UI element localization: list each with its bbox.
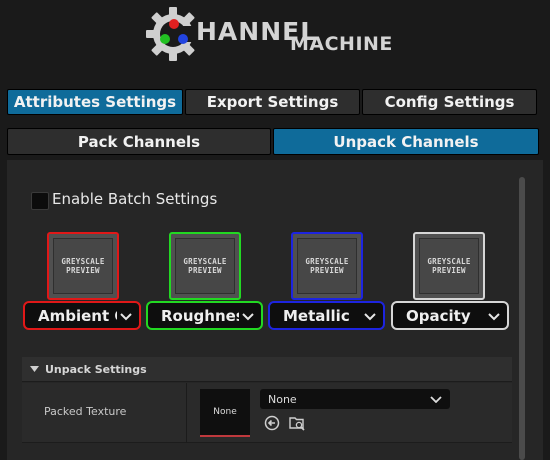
preview-text-line2: PREVIEW [310, 266, 344, 275]
packed-texture-select[interactable]: None [260, 389, 450, 409]
tab-label: Attributes Settings [13, 93, 177, 111]
metallic-preview: GREYSCALE PREVIEW [291, 232, 363, 300]
greyscale-preview-image: GREYSCALE PREVIEW [175, 238, 235, 294]
greyscale-preview-image: GREYSCALE PREVIEW [419, 238, 479, 294]
preview-text-line2: PREVIEW [66, 266, 100, 275]
gear-logo-icon [146, 7, 197, 61]
collapse-triangle-icon [30, 366, 39, 372]
preview-text-line1: GREYSCALE [427, 257, 471, 266]
dropdown-label: Ambient O [38, 306, 117, 325]
section-title: Unpack Settings [45, 362, 147, 376]
preview-text-line2: PREVIEW [432, 266, 466, 275]
chevron-down-icon [430, 396, 442, 403]
tab-pack-channels[interactable]: Pack Channels [7, 128, 271, 155]
dropdown-label: Opacity [406, 306, 471, 325]
greyscale-preview-image: GREYSCALE PREVIEW [297, 238, 357, 294]
tab-label: Export Settings [206, 93, 339, 111]
chevron-down-icon [488, 312, 500, 320]
opacity-dropdown[interactable]: Opacity [391, 301, 509, 330]
greyscale-preview-image: GREYSCALE PREVIEW [53, 238, 113, 294]
enable-batch-checkbox[interactable] [31, 192, 49, 210]
thumbnail-text: None [213, 407, 237, 417]
chevron-down-icon [120, 312, 132, 320]
tab-label: Config Settings [384, 93, 515, 111]
browse-asset-icon[interactable] [289, 415, 305, 431]
opacity-preview: GREYSCALE PREVIEW [413, 232, 485, 300]
tab-label: Pack Channels [77, 132, 201, 151]
unpack-settings-header[interactable]: Unpack Settings [22, 357, 512, 382]
tab-label: Unpack Channels [333, 132, 479, 151]
tab-unpack-channels[interactable]: Unpack Channels [273, 128, 539, 155]
tab-attributes-settings[interactable]: Attributes Settings [7, 89, 183, 115]
preview-text-line1: GREYSCALE [183, 257, 227, 266]
roughness-dropdown[interactable]: Roughnes [146, 301, 263, 330]
tab-export-settings[interactable]: Export Settings [185, 89, 360, 115]
logo-text-machine: MACHINE [290, 33, 393, 55]
vertical-scrollbar[interactable] [519, 177, 525, 460]
column-divider [186, 383, 187, 443]
dropdown-label: Metallic [283, 306, 350, 325]
ambient-occlusion-preview: GREYSCALE PREVIEW [47, 232, 119, 300]
dropdown-label: Roughnes [161, 306, 239, 325]
chevron-down-icon [242, 312, 254, 320]
ambient-occlusion-dropdown[interactable]: Ambient O [23, 301, 141, 330]
enable-batch-label: Enable Batch Settings [52, 190, 218, 208]
channel-machine-logo: HANNEL MACHINE [0, 0, 550, 78]
tab-config-settings[interactable]: Config Settings [362, 89, 537, 115]
texture-thumbnail[interactable]: None [200, 389, 250, 437]
select-value: None [268, 392, 297, 406]
property-label: Packed Texture [44, 405, 127, 418]
preview-text-line2: PREVIEW [188, 266, 222, 275]
use-selected-asset-icon[interactable] [264, 415, 280, 431]
roughness-preview: GREYSCALE PREVIEW [169, 232, 241, 300]
packed-texture-row: Packed Texture None None [22, 383, 512, 443]
preview-text-line1: GREYSCALE [305, 257, 349, 266]
metallic-dropdown[interactable]: Metallic [268, 301, 385, 330]
preview-text-line1: GREYSCALE [61, 257, 105, 266]
chevron-down-icon [364, 312, 376, 320]
